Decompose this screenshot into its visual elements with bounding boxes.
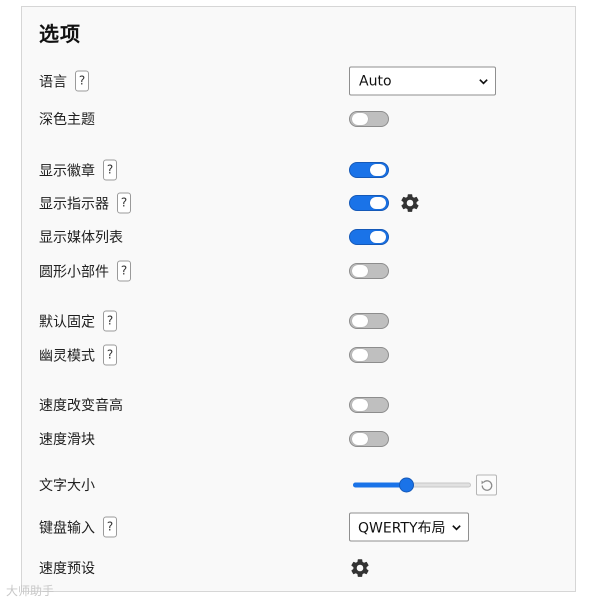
ghost-mode-toggle[interactable] [349, 347, 389, 363]
show-badge-toggle[interactable] [349, 162, 389, 178]
toggle-knob [352, 113, 368, 125]
row-dark-theme: 深色主题 [22, 104, 575, 134]
toggle-knob [370, 197, 386, 209]
show-media-list-toggle[interactable] [349, 229, 389, 245]
options-panel: 选项 语言 ? Auto 深色主题 显示徽章 ? 显示指示器 ? 显示媒体列表 … [21, 6, 576, 592]
row-show-badge: 显示徽章 ? [22, 155, 575, 185]
reset-icon [481, 479, 492, 491]
language-help-icon[interactable]: ? [75, 70, 89, 92]
speed-changes-pitch-label: 速度改变音高 [39, 398, 123, 414]
keyboard-layout-select[interactable]: QWERTY布局 [349, 512, 469, 542]
slider-thumb[interactable] [399, 477, 415, 492]
chevron-down-icon [479, 78, 488, 85]
row-ghost-mode: 幽灵模式 ? [22, 340, 575, 370]
row-font-size: 文字大小 [22, 470, 575, 500]
row-circular-widget: 圆形小部件 ? [22, 256, 575, 286]
keyboard-layout-value: QWERTY布局 [358, 520, 446, 536]
ghost-mode-help-icon[interactable]: ? [103, 344, 117, 366]
show-indicator-label: 显示指示器 [39, 196, 109, 212]
language-select[interactable]: Auto [349, 66, 496, 96]
row-default-pinned: 默认固定 ? [22, 306, 575, 336]
ghost-mode-label: 幽灵模式 [39, 348, 95, 364]
language-select-value: Auto [359, 73, 392, 89]
font-size-slider[interactable] [351, 477, 471, 493]
speed-slider-toggle[interactable] [349, 431, 389, 447]
page-title: 选项 [39, 22, 81, 46]
reset-button[interactable] [476, 474, 497, 496]
row-speed-changes-pitch: 速度改变音高 [22, 390, 575, 420]
language-label: 语言 [39, 74, 67, 90]
toggle-knob [352, 349, 368, 361]
show-media-list-label: 显示媒体列表 [39, 230, 123, 246]
circular-widget-help-icon[interactable]: ? [117, 260, 131, 282]
dark-theme-toggle[interactable] [349, 111, 389, 127]
row-keyboard-input: 键盘输入 ? QWERTY布局 [22, 512, 575, 542]
show-indicator-help-icon[interactable]: ? [117, 192, 131, 214]
circular-widget-label: 圆形小部件 [39, 264, 109, 280]
default-pinned-toggle[interactable] [349, 313, 389, 329]
toggle-knob [352, 265, 368, 277]
show-badge-help-icon[interactable]: ? [103, 159, 117, 181]
keyboard-input-label: 键盘输入 [39, 520, 95, 536]
toggle-knob [352, 433, 368, 445]
toggle-knob [352, 399, 368, 411]
toggle-knob [370, 231, 386, 243]
dark-theme-label: 深色主题 [39, 112, 95, 128]
default-pinned-label: 默认固定 [39, 314, 95, 330]
row-speed-presets: 速度预设 [22, 553, 575, 583]
keyboard-input-help-icon[interactable]: ? [103, 516, 117, 538]
show-indicator-toggle[interactable] [349, 195, 389, 211]
speed-slider-label: 速度滑块 [39, 432, 95, 448]
show-badge-label: 显示徽章 [39, 163, 95, 179]
default-pinned-help-icon[interactable]: ? [103, 310, 117, 332]
toggle-knob [352, 315, 368, 327]
toggle-knob [370, 164, 386, 176]
circular-widget-toggle[interactable] [349, 263, 389, 279]
speed-presets-label: 速度预设 [39, 561, 95, 577]
chevron-down-icon [452, 524, 461, 531]
row-show-indicator: 显示指示器 ? [22, 188, 575, 218]
gear-icon[interactable] [349, 557, 371, 579]
row-show-media-list: 显示媒体列表 [22, 222, 575, 252]
row-speed-slider: 速度滑块 [22, 424, 575, 454]
font-size-label: 文字大小 [39, 478, 95, 494]
gear-icon[interactable] [399, 192, 421, 214]
row-language: 语言 ? Auto [22, 66, 575, 96]
watermark: 大师助手 [6, 584, 55, 598]
speed-changes-pitch-toggle[interactable] [349, 397, 389, 413]
